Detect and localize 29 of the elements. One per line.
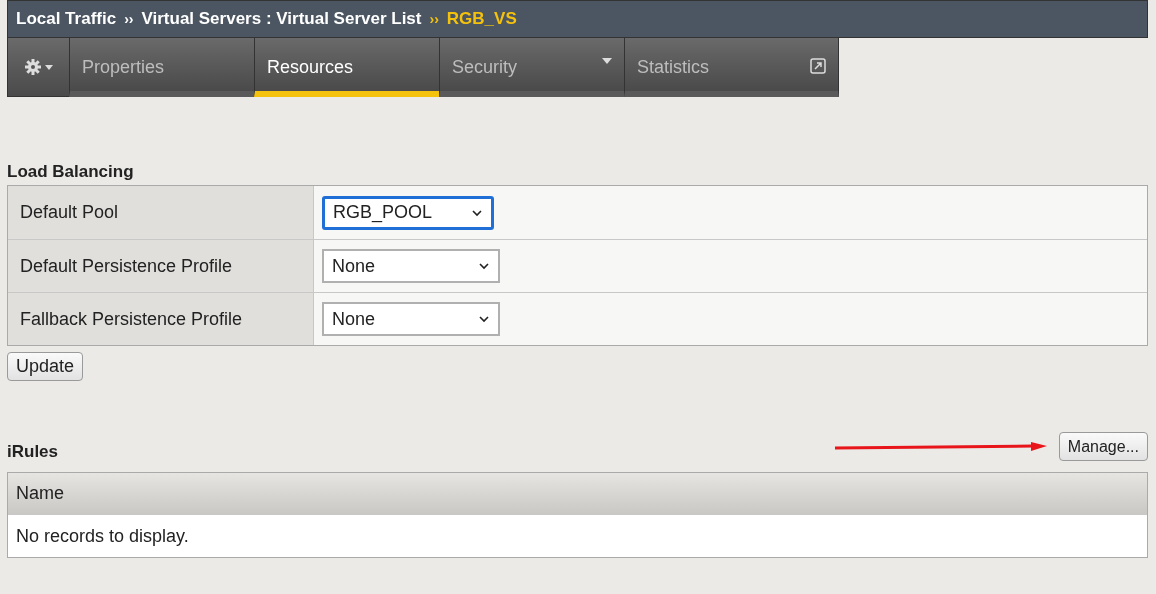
chevron-down-icon: [478, 262, 490, 270]
tab[interactable]: Properties: [69, 38, 254, 97]
select-field[interactable]: RGB_POOL: [322, 195, 494, 230]
empty-table-message: No records to display.: [8, 514, 1147, 557]
column-header: Name: [8, 473, 1147, 514]
manage-button[interactable]: Manage...: [1058, 432, 1148, 461]
settings-menu-button[interactable]: [7, 38, 69, 97]
chevron-down-icon: [471, 208, 483, 217]
breadcrumb-current: RGB_VS: [446, 8, 517, 31]
select-field[interactable]: None: [322, 249, 500, 283]
gear-icon: [24, 59, 41, 75]
breadcrumb-separator: ››: [429, 9, 439, 29]
field-label: Default Persistence Profile: [8, 240, 314, 292]
update-button[interactable]: Update: [7, 352, 84, 381]
chevron-down-icon: [478, 315, 490, 323]
caret-down-icon: [602, 58, 612, 64]
tab[interactable]: Statistics: [624, 38, 839, 97]
breadcrumb-separator: ››: [124, 9, 134, 29]
field-label: Default Pool: [8, 186, 314, 239]
tab[interactable]: Security: [439, 38, 624, 97]
field-label: Fallback Persistence Profile: [8, 293, 314, 345]
breadcrumb-link[interactable]: Local Traffic: [16, 6, 117, 32]
section-heading: Load Balancing: [7, 161, 135, 183]
section-heading: iRules: [7, 440, 59, 463]
tab[interactable]: Resources: [254, 38, 439, 97]
external-link-icon: [810, 58, 826, 74]
breadcrumb-link[interactable]: Virtual Servers : Virtual Server List: [141, 6, 422, 32]
select-field[interactable]: None: [322, 302, 500, 336]
caret-down-icon: [44, 64, 53, 70]
